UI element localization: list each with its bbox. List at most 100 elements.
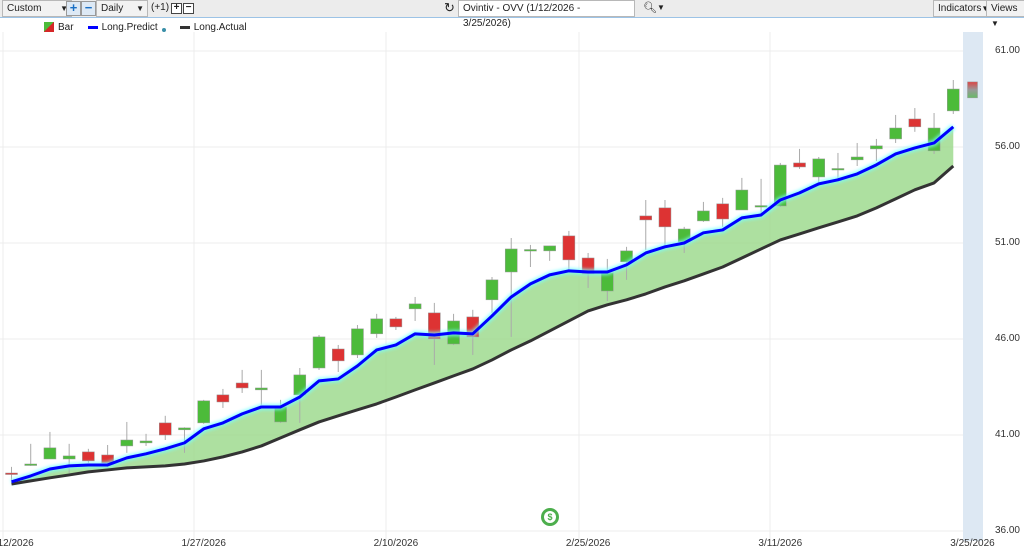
x-tick-label: 3/11/2026 [758, 538, 803, 549]
candle-up [178, 427, 191, 431]
y-tick-label: 56.00 [994, 141, 1020, 152]
symbol-field[interactable]: Ovintiv - OVV (1/12/2026 - 3/25/2026) [458, 0, 635, 29]
candle-up [62, 455, 76, 460]
candle-up [850, 156, 864, 161]
candle-up [370, 318, 383, 335]
zoom-in-button[interactable]: + [66, 1, 81, 16]
candle-down [101, 454, 114, 464]
candle-down [331, 348, 345, 362]
candle-up [351, 328, 364, 356]
settings-dot-icon[interactable] [161, 28, 166, 32]
candle-up [754, 205, 768, 208]
dollar-icon: $ [544, 511, 556, 523]
candle-up [870, 145, 883, 150]
search-dropdown-icon[interactable]: ▼ [657, 3, 665, 12]
candle-up [197, 400, 210, 424]
legend-item-long-predict[interactable]: Long.Predict [87, 21, 170, 33]
candle-up [927, 127, 941, 152]
line-swatch-icon [87, 25, 98, 29]
x-tick-label: 1/12/2026 [0, 538, 34, 549]
offset-plus-button[interactable]: + [171, 3, 182, 14]
candle-up [293, 374, 307, 396]
long-actual-line [11, 164, 955, 486]
candle-down [389, 318, 403, 328]
candle-up [735, 189, 749, 211]
legend-label: Long.Actual [193, 21, 247, 33]
chevron-down-icon: ▼ [991, 19, 999, 28]
candle-up [543, 245, 556, 252]
candle-up [408, 303, 422, 310]
views-button[interactable]: Views ▼ [986, 0, 1024, 28]
candle-up [274, 406, 287, 423]
candle-down [658, 207, 672, 228]
forecast-region [963, 32, 983, 541]
candle-down [159, 422, 172, 436]
candle-down [639, 215, 653, 221]
candle-up [120, 439, 134, 447]
candle-up [255, 387, 268, 391]
forecast-bar [967, 81, 978, 99]
legend-label: Bar [58, 21, 74, 33]
candle-up [889, 127, 902, 140]
candle-up [524, 249, 537, 252]
offset-label: (+1) [151, 2, 170, 13]
candle-up [139, 440, 153, 444]
indicators-label: Indicators [938, 3, 982, 14]
x-tick-label: 2/25/2026 [565, 538, 611, 549]
candle-down [716, 203, 729, 220]
y-tick-label: 61.00 [994, 45, 1020, 56]
offset-minus-button[interactable]: − [183, 3, 194, 14]
y-tick-label: 46.00 [994, 333, 1020, 344]
candle-up [485, 279, 499, 301]
candle-up [447, 320, 460, 345]
price-chart[interactable] [0, 0, 1024, 549]
chevron-down-icon: ▼ [136, 4, 144, 13]
x-tick-label: 3/25/2026 [950, 538, 995, 549]
x-tick-label: 1/27/2026 [181, 538, 226, 549]
candle-up [812, 158, 825, 178]
candle-down [82, 451, 95, 462]
candle-up [947, 88, 960, 112]
legend-item-long-actual[interactable]: Long.Actual [179, 21, 251, 33]
candle-up [504, 248, 518, 273]
dollar-event-icon[interactable]: $ [541, 508, 559, 526]
interval-select[interactable]: Daily ▼ [96, 0, 148, 17]
long-predict-line [11, 125, 955, 484]
candle-up [774, 164, 787, 207]
toolbar: Custom ▼ + − Daily ▼ (+1) + − ↻ Ovintiv … [0, 0, 1024, 29]
refresh-icon[interactable]: ↻ [444, 0, 455, 16]
indicators-button[interactable]: Indicators▼ [933, 0, 989, 17]
candle-down [428, 312, 441, 340]
y-tick-label: 41.00 [994, 429, 1020, 440]
candle-down [581, 257, 595, 275]
interval-select-value: Daily [101, 3, 124, 14]
search-icon[interactable]: 🔍︎ [643, 1, 657, 14]
candle-up [312, 336, 326, 369]
symbol-field-value: Ovintiv - OVV (1/12/2026 - 3/25/2026) [463, 3, 581, 29]
y-tick-label: 36.00 [994, 525, 1020, 536]
y-tick-label: 51.00 [994, 237, 1020, 248]
x-tick-label: 2/10/2026 [373, 538, 419, 549]
candle-down [908, 118, 922, 128]
candle-down [235, 382, 249, 389]
legend-item-bar[interactable]: Bar [44, 22, 78, 33]
range-select-value: Custom [7, 3, 42, 14]
legend: Bar Long.Predict Long.Actual [44, 21, 261, 33]
candle-up [43, 447, 57, 460]
candle-down [216, 394, 230, 403]
candle-down [5, 472, 18, 475]
zoom-out-button[interactable]: − [81, 1, 96, 16]
candle-up [677, 228, 691, 243]
range-select[interactable]: Custom ▼ [2, 0, 72, 17]
bar-swatch-icon [44, 22, 54, 32]
candle-up [697, 210, 710, 222]
candle-up [620, 250, 633, 263]
candle-up [24, 463, 37, 466]
line-swatch-icon [179, 25, 190, 29]
candle-down [562, 235, 576, 261]
candle-up [601, 272, 614, 292]
legend-label: Long.Predict [101, 21, 158, 33]
predict-line-glow [10, 124, 956, 485]
candle-down [466, 316, 480, 338]
candle-up [831, 168, 845, 171]
